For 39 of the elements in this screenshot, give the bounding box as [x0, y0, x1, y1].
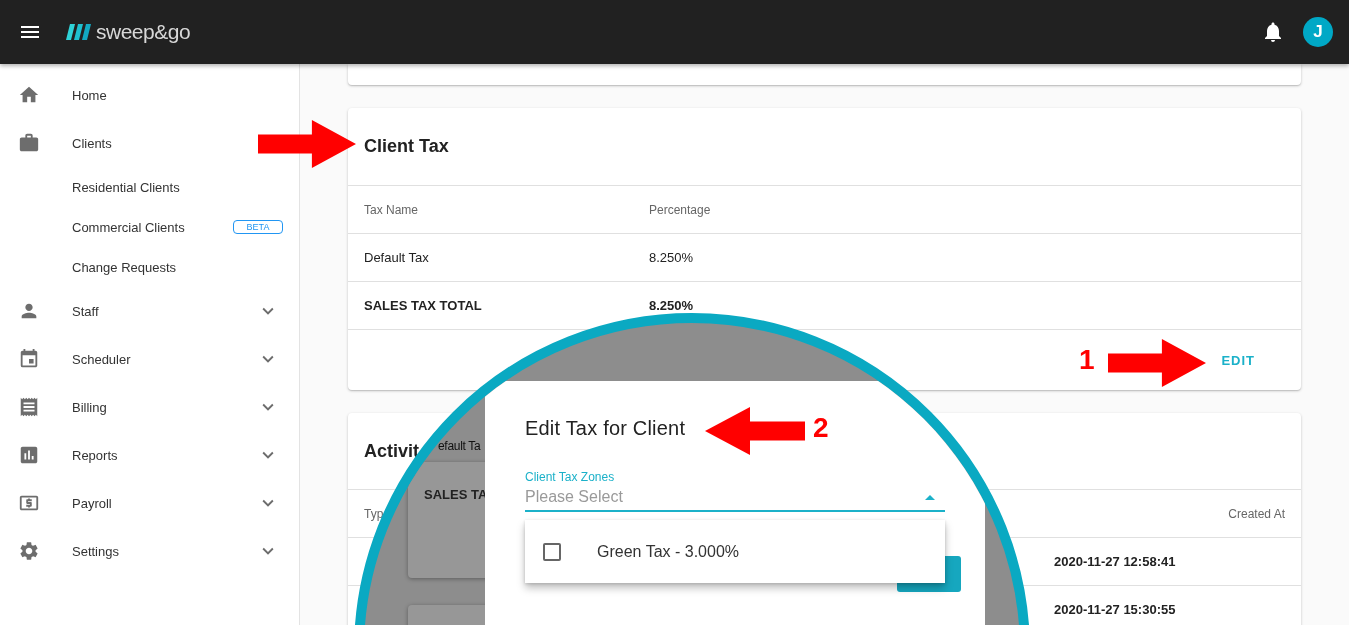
bar-chart-icon	[18, 444, 40, 466]
table-cell-text: SALES TAX TOTAL	[364, 298, 483, 313]
nav-item[interactable]: Reports	[0, 431, 299, 479]
calendar-icon	[18, 348, 40, 370]
nav-item[interactable]: Payroll	[0, 479, 299, 527]
table-cell-text: 8.250%	[649, 298, 695, 313]
nav-item[interactable]: Staff	[0, 287, 299, 335]
annotation-number: 1	[1079, 344, 1095, 376]
table-cell-text: 2020-11-27 15:30:55	[1054, 602, 1177, 617]
card-title: Client Tax	[364, 136, 449, 157]
table-cell-text: 2020-11-27 12:58:41	[1054, 554, 1177, 569]
logo-text: sweep&go	[96, 20, 191, 44]
card-title: Activit	[364, 440, 419, 462]
column-header: Tax Name	[364, 202, 420, 217]
table-cell-text: 8.250%	[649, 250, 695, 265]
dialog-title: Edit Tax for Client	[525, 417, 686, 440]
nav-item[interactable]: Settings	[0, 527, 299, 575]
column-header: Created At	[1227, 506, 1285, 521]
annotation-number: 2	[813, 412, 829, 444]
column-header: Percentage	[649, 202, 712, 217]
nav-item[interactable]: Clients	[0, 119, 130, 167]
caret-up-icon	[925, 494, 935, 500]
checkbox[interactable]	[543, 542, 561, 561]
nav-item[interactable]: Billing	[0, 383, 299, 431]
nav-subitem[interactable]: Change Requests	[0, 247, 299, 287]
field-label: Client Tax Zones	[525, 470, 615, 484]
nav-item[interactable]: Home	[0, 71, 125, 119]
menu-option[interactable]: Green Tax - 3.000%	[525, 520, 945, 583]
logo-icon	[66, 24, 92, 40]
receipt-icon	[18, 396, 40, 418]
backdrop-text: efault Ta	[438, 439, 481, 453]
settings-icon	[18, 540, 40, 562]
beta-badge: BETA	[233, 220, 283, 234]
nav-subitem[interactable]: Residential Clients	[0, 167, 299, 207]
briefcase-icon	[18, 132, 40, 154]
table-cell-text: Default Tax	[364, 250, 430, 265]
nav-item[interactable]: Scheduler	[0, 335, 299, 383]
column-header: Typ	[364, 506, 385, 521]
nav-subitem[interactable]: Commercial Clients BETA	[0, 207, 299, 247]
